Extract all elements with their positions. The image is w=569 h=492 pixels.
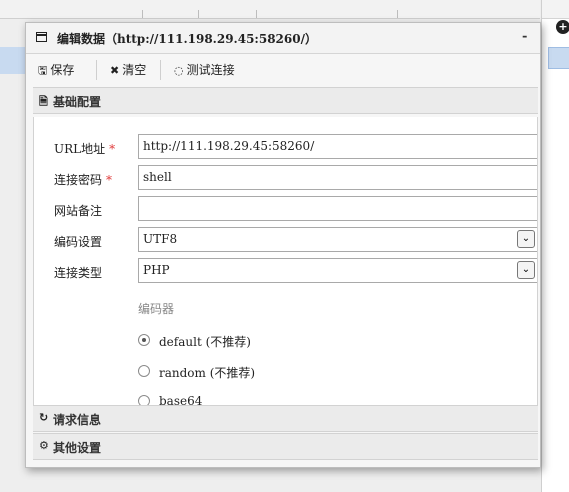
clear-button[interactable]: ✖ 清空 — [110, 61, 146, 79]
dialog-toolbar: 🖫 保存 ✖ 清空 ◌ 测试连接 — [34, 56, 534, 84]
save-label: 保存 — [50, 63, 75, 77]
window-icon — [36, 32, 47, 42]
type-value: PHP — [143, 263, 170, 277]
x-icon: ✖ — [110, 64, 120, 77]
encoder-option-label: default (不推荐) — [159, 335, 251, 349]
save-button[interactable]: 🖫 保存 — [38, 61, 74, 79]
section-other-settings[interactable]: ⚙ 其他设置 — [33, 433, 538, 460]
section-request-info[interactable]: ↻ 请求信息 — [33, 405, 538, 432]
tab-separator — [142, 10, 143, 18]
background-tab-bar — [0, 0, 540, 19]
type-label: 连接类型 — [54, 266, 103, 280]
encoder-title: 编码器 — [138, 302, 175, 316]
basic-config-panel: URL地址 * http://111.198.29.45:58260/ 连接密码 *… — [33, 117, 538, 405]
section-other-label: 其他设置 — [53, 441, 102, 455]
spinner-icon: ◌ — [174, 64, 184, 77]
file-icon: 🗎 — [39, 95, 48, 108]
side-panel-header — [542, 0, 569, 19]
encoder-option-label: random (不推荐) — [159, 366, 256, 380]
radio-button[interactable] — [138, 395, 150, 405]
url-input[interactable]: http://111.198.29.45:58260/ — [138, 134, 537, 159]
note-label: 网站备注 — [54, 204, 103, 218]
toolbar-separator — [96, 60, 97, 80]
refresh-icon: ↻ — [39, 411, 49, 424]
tab-separator — [256, 10, 257, 18]
type-row: 连接类型 PHP ⌄ — [34, 258, 537, 283]
edit-data-dialog: 编辑数据（http://111.198.29.45:58260/） - 🖫 保存 … — [25, 22, 541, 468]
section-basic-label: 基础配置 — [53, 95, 102, 109]
password-input[interactable]: shell — [138, 165, 537, 190]
chevron-down-icon[interactable]: ⌄ — [517, 261, 535, 279]
note-input[interactable] — [138, 196, 537, 221]
background-selected-row — [0, 47, 25, 74]
floppy-icon: 🖫 — [38, 64, 48, 77]
dialog-title: 编辑数据（http://111.198.29.45:58260/） — [57, 32, 317, 46]
radio-button[interactable] — [138, 334, 150, 346]
chevron-down-icon[interactable]: ⌄ — [517, 230, 535, 248]
toolbar-separator — [160, 60, 161, 80]
encoding-value: UTF8 — [143, 232, 178, 246]
background-side-panel: + — [541, 0, 569, 492]
radio-button[interactable] — [138, 365, 150, 377]
gears-icon: ⚙ — [39, 439, 49, 452]
clear-label: 清空 — [122, 63, 147, 77]
dialog-titlebar[interactable]: 编辑数据（http://111.198.29.45:58260/） - — [26, 23, 540, 54]
minimize-button[interactable]: - — [522, 29, 527, 44]
section-request-label: 请求信息 — [53, 413, 102, 427]
side-panel-selected-item[interactable] — [548, 47, 569, 69]
encoding-label: 编码设置 — [54, 235, 103, 249]
password-label: 连接密码 * — [54, 173, 113, 187]
password-row: 连接密码 * shell — [34, 165, 537, 190]
section-basic-config[interactable]: 🗎 基础配置 — [33, 87, 538, 114]
tab-separator — [198, 10, 199, 18]
encoder-option-label: base64 — [159, 394, 203, 405]
encoding-select[interactable]: UTF8 ⌄ — [138, 227, 537, 252]
type-select[interactable]: PHP ⌄ — [138, 258, 537, 283]
tab-separator — [397, 10, 398, 18]
encoding-row: 编码设置 UTF8 ⌄ — [34, 227, 537, 252]
test-label: 测试连接 — [186, 63, 235, 77]
url-row: URL地址 * http://111.198.29.45:58260/ — [34, 134, 537, 159]
url-label: URL地址 * — [54, 142, 116, 156]
add-icon[interactable]: + — [556, 20, 569, 34]
test-connection-button[interactable]: ◌ 测试连接 — [174, 61, 235, 79]
note-row: 网站备注 — [34, 196, 537, 221]
